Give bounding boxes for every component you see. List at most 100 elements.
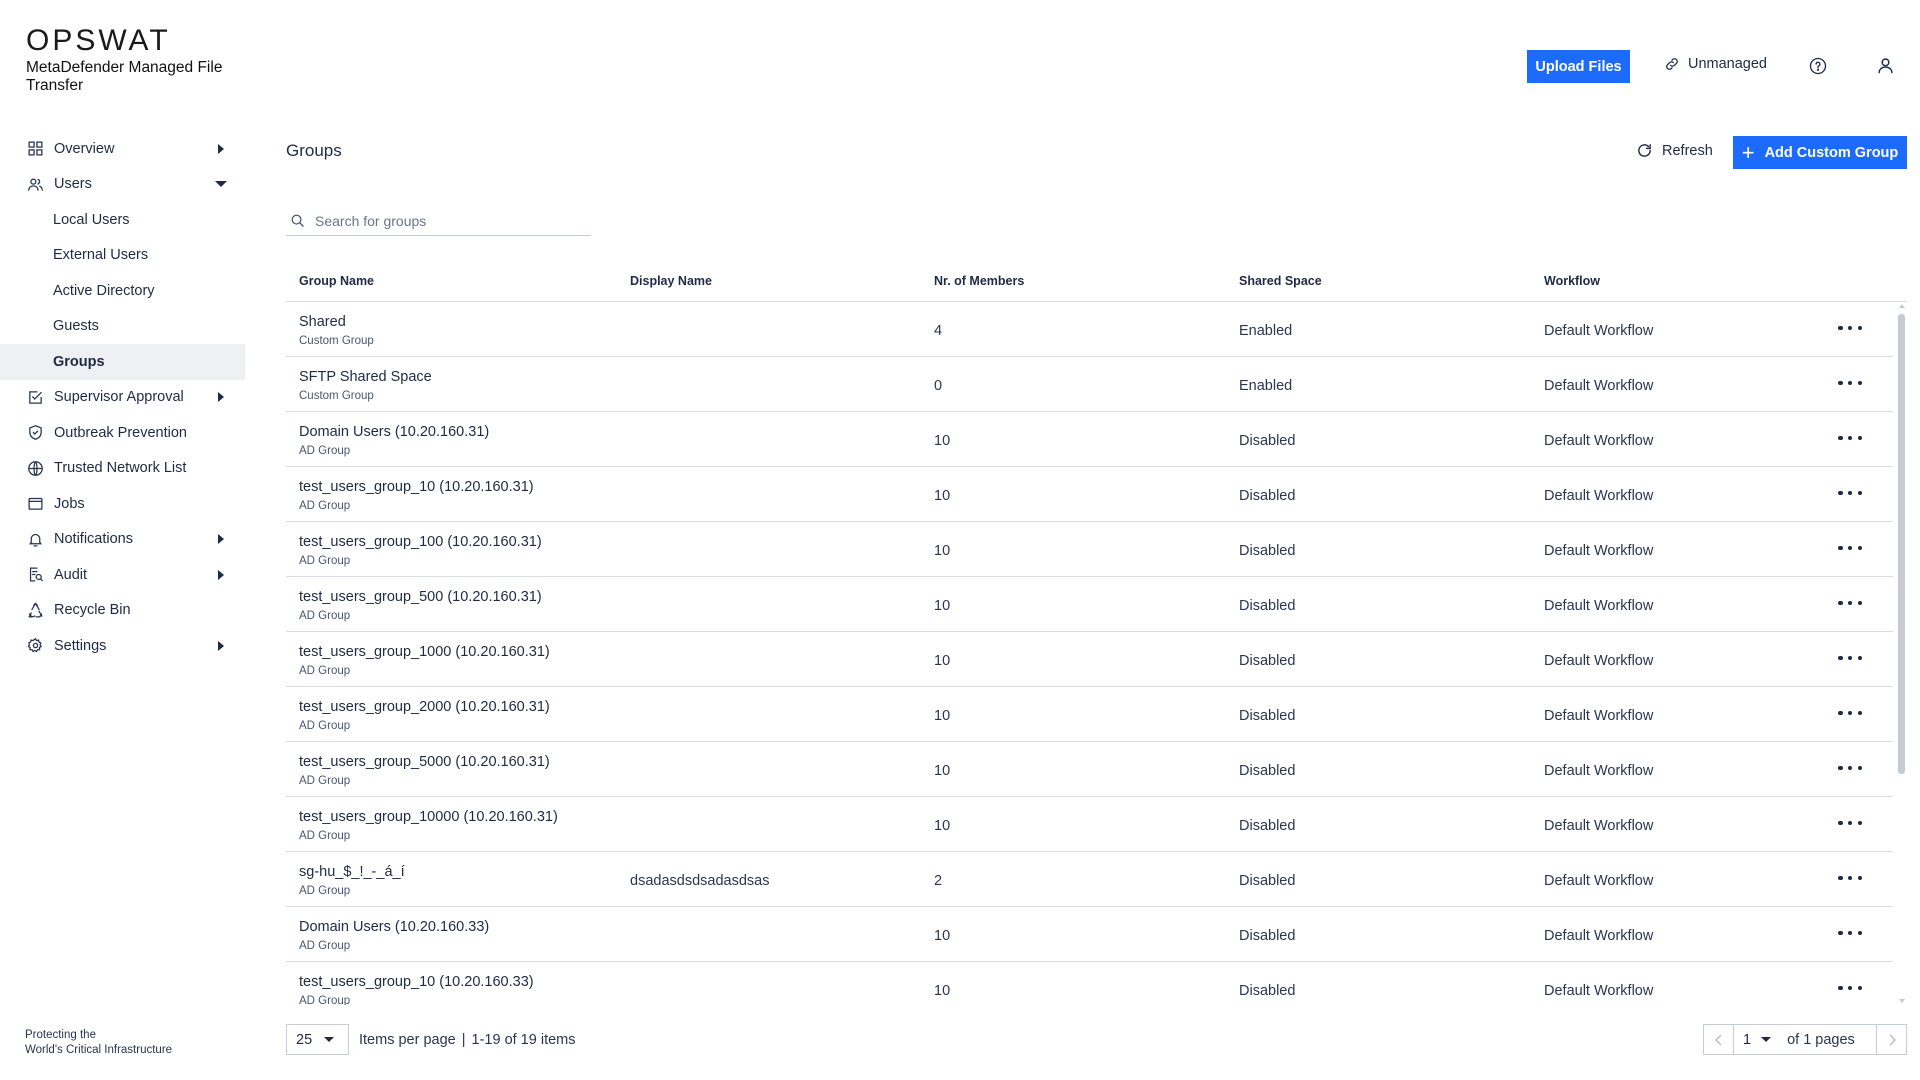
sidebar-item-users[interactable]: Users (0, 167, 245, 203)
refresh-button[interactable]: Refresh (1636, 142, 1713, 159)
table-scrollbar[interactable] (1895, 302, 1907, 1005)
table-row[interactable]: test_users_group_500 (10.20.160.31) AD Gr… (286, 577, 1893, 632)
previous-page-button[interactable] (1704, 1025, 1734, 1054)
display-name: dsadasdsdsadasdsas (630, 873, 770, 889)
sidebar-item-notifications[interactable]: Notifications (0, 522, 245, 558)
add-custom-group-button[interactable]: + Add Custom Group (1733, 136, 1907, 169)
workflow: Default Workflow (1544, 543, 1654, 559)
table-row[interactable]: test_users_group_1000 (10.20.160.31) AD G… (286, 632, 1893, 687)
sidebar-subitem-external-users[interactable]: External Users (0, 238, 245, 274)
next-page-button[interactable] (1876, 1025, 1906, 1054)
shared-space-status: Disabled (1239, 928, 1296, 944)
more-actions-icon[interactable] (1838, 705, 1862, 721)
workflow: Default Workflow (1544, 323, 1654, 339)
column-header-members[interactable]: Nr. of Members (934, 274, 1024, 288)
sidebar-subitem-active-directory[interactable]: Active Directory (0, 273, 245, 309)
column-header-group-name[interactable]: Group Name (299, 274, 374, 288)
workflow: Default Workflow (1544, 433, 1654, 449)
group-name[interactable]: Domain Users (10.20.160.31) (299, 424, 489, 440)
current-page: 1 (1743, 1031, 1752, 1048)
shared-space-status: Disabled (1239, 433, 1296, 449)
table-row[interactable]: test_users_group_100 (10.20.160.31) AD Gr… (286, 522, 1893, 577)
chevron-right-icon (1888, 1033, 1896, 1046)
sidebar-item-supervisor-approval[interactable]: Supervisor Approval (0, 380, 245, 416)
table-row[interactable]: test_users_group_10 (10.20.160.31) AD Gro… (286, 467, 1893, 522)
table-row[interactable]: sg-hu_$_!_-_á_í AD Group dsadasdsdsadasdsa… (286, 852, 1893, 907)
shared-space-status: Disabled (1239, 708, 1296, 724)
search-input[interactable] (315, 212, 575, 229)
group-name[interactable]: test_users_group_500 (10.20.160.31) (299, 589, 542, 605)
more-actions-icon[interactable] (1838, 375, 1862, 391)
scroll-up-arrow[interactable] (1899, 304, 1905, 308)
group-name[interactable]: Domain Users (10.20.160.33) (299, 919, 489, 935)
group-name[interactable]: test_users_group_1000 (10.20.160.31) (299, 644, 550, 660)
users-icon (26, 175, 44, 193)
group-name[interactable]: test_users_group_10000 (10.20.160.31) (299, 809, 558, 825)
group-name[interactable]: sg-hu_$_!_-_á_í (299, 864, 405, 880)
items-per-page-select[interactable]: 25 (286, 1024, 349, 1055)
group-name[interactable]: test_users_group_5000 (10.20.160.31) (299, 754, 550, 770)
user-icon[interactable] (1876, 56, 1895, 75)
more-actions-icon[interactable] (1838, 925, 1862, 941)
table-row[interactable]: test_users_group_5000 (10.20.160.31) AD G… (286, 742, 1893, 797)
more-actions-icon[interactable] (1838, 760, 1862, 776)
sidebar-item-audit[interactable]: Audit (0, 557, 245, 593)
table-row[interactable]: test_users_group_10 (10.20.160.33) AD Gro… (286, 962, 1893, 1005)
scrollbar-thumb[interactable] (1898, 314, 1905, 774)
more-actions-icon[interactable] (1838, 595, 1862, 611)
page-select[interactable]: 1 (1734, 1031, 1772, 1048)
table-row[interactable]: Shared Custom Group 4 Enabled Default Workfl… (286, 302, 1893, 357)
column-header-display-name[interactable]: Display Name (630, 274, 712, 288)
caret-right-icon[interactable] (218, 569, 224, 580)
group-name[interactable]: test_users_group_2000 (10.20.160.31) (299, 699, 550, 715)
group-name[interactable]: Shared (299, 314, 346, 330)
table-row[interactable]: test_users_group_10000 (10.20.160.31) AD … (286, 797, 1893, 852)
more-actions-icon[interactable] (1838, 430, 1862, 446)
group-name[interactable]: SFTP Shared Space (299, 369, 432, 385)
sidebar-item-settings[interactable]: Settings (0, 628, 245, 664)
group-type: Custom Group (299, 335, 374, 347)
caret-right-icon[interactable] (218, 392, 224, 403)
group-name[interactable]: test_users_group_10 (10.20.160.31) (299, 479, 534, 495)
table-row[interactable]: Domain Users (10.20.160.31) AD Group 10 Dis… (286, 412, 1893, 467)
more-actions-icon[interactable] (1838, 650, 1862, 666)
table-row[interactable]: test_users_group_2000 (10.20.160.31) AD G… (286, 687, 1893, 742)
caret-right-icon[interactable] (218, 143, 224, 154)
sidebar-subitem-local-users[interactable]: Local Users (0, 202, 245, 238)
table-header: Group Name Display Name Nr. of Members S… (286, 262, 1907, 302)
caret-down-icon[interactable] (215, 181, 227, 188)
more-actions-icon[interactable] (1838, 320, 1862, 336)
sidebar-item-outbreak-prevention[interactable]: Outbreak Prevention (0, 415, 245, 451)
sidebar-item-overview[interactable]: Overview (0, 131, 245, 167)
upload-files-button[interactable]: Upload Files (1527, 50, 1630, 83)
unmanaged-link[interactable]: Unmanaged (1664, 56, 1767, 72)
members-count: 2 (934, 873, 943, 889)
more-actions-icon[interactable] (1838, 815, 1862, 831)
caret-right-icon[interactable] (218, 534, 224, 545)
sidebar-item-jobs[interactable]: Jobs (0, 486, 245, 522)
more-actions-icon[interactable] (1838, 870, 1862, 886)
table-row[interactable]: Domain Users (10.20.160.33) AD Group 10 Dis… (286, 907, 1893, 962)
sidebar: OPSWAT MetaDefender Managed File Transfe… (0, 0, 245, 1080)
sidebar-item-trusted-network-list[interactable]: Trusted Network List (0, 451, 245, 487)
column-header-workflow[interactable]: Workflow (1544, 274, 1600, 288)
members-count: 10 (934, 488, 951, 504)
shield-icon (26, 424, 44, 442)
more-actions-icon[interactable] (1838, 540, 1862, 556)
sidebar-item-recycle-bin[interactable]: Recycle Bin (0, 593, 245, 629)
sidebar-subitem-guests[interactable]: Guests (0, 309, 245, 345)
caret-right-icon[interactable] (218, 640, 224, 651)
table-row[interactable]: SFTP Shared Space Custom Group 0 Enabled Def… (286, 357, 1893, 412)
group-name[interactable]: test_users_group_100 (10.20.160.31) (299, 534, 542, 550)
members-count: 10 (934, 763, 951, 779)
separator: | (461, 1032, 466, 1048)
help-icon[interactable] (1809, 57, 1827, 75)
more-actions-icon[interactable] (1838, 980, 1862, 996)
search-icon (291, 214, 304, 227)
more-actions-icon[interactable] (1838, 485, 1862, 501)
jobs-icon (26, 495, 44, 513)
sidebar-subitem-groups[interactable]: Groups (0, 344, 245, 380)
column-header-shared-space[interactable]: Shared Space (1239, 274, 1322, 288)
group-name[interactable]: test_users_group_10 (10.20.160.33) (299, 974, 534, 990)
scroll-down-arrow[interactable] (1899, 999, 1905, 1003)
